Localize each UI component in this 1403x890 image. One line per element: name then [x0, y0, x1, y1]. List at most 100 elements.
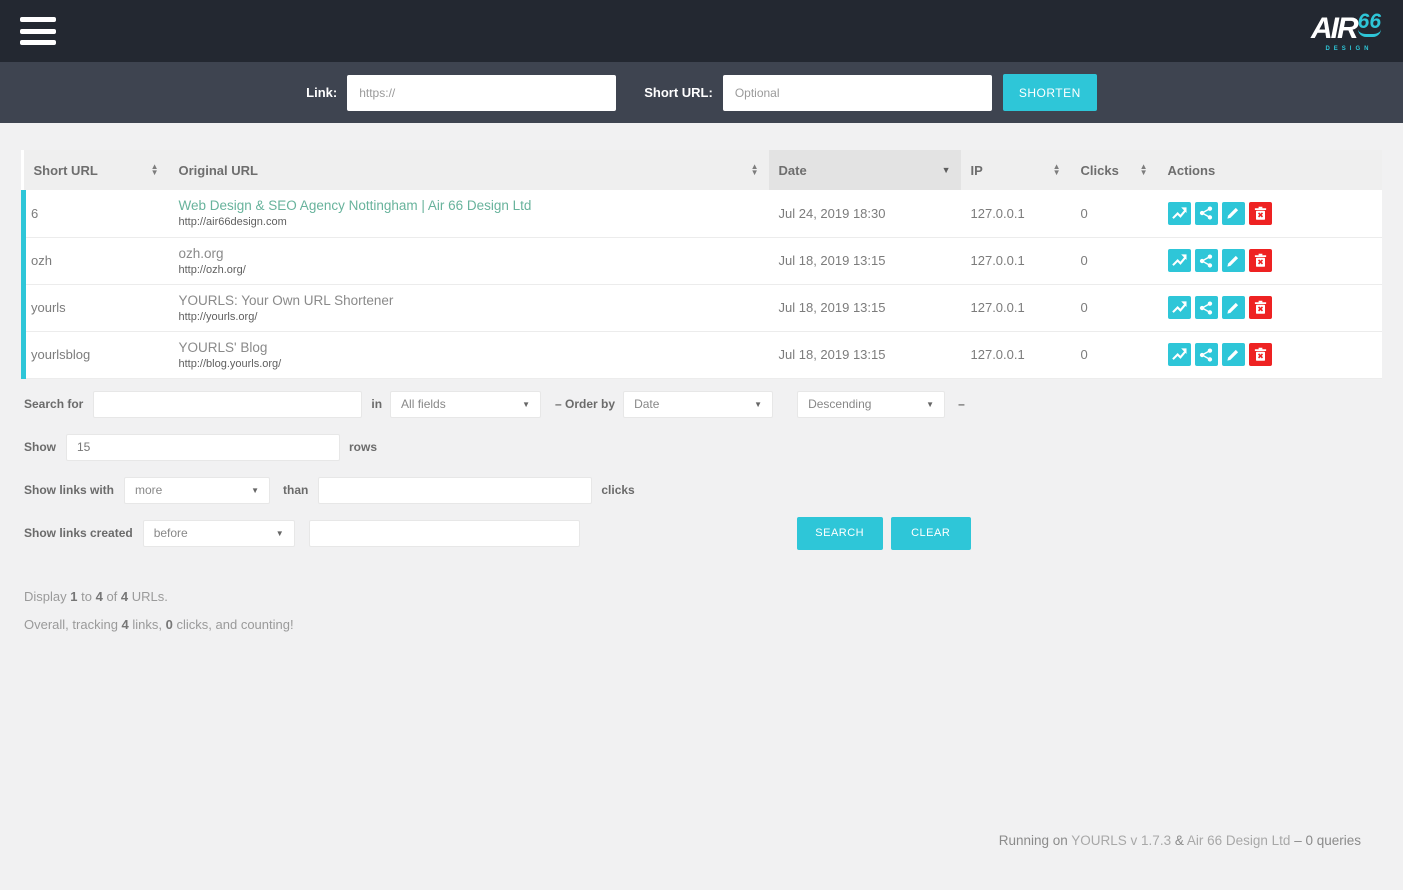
- share-button[interactable]: [1195, 343, 1218, 366]
- table-header-row: Short URL ▲▼ Original URL ▲▼ Date ▼ IP ▲…: [24, 150, 1383, 190]
- show-rows-input[interactable]: [66, 434, 340, 461]
- sort-desc-icon: ▼: [942, 165, 951, 175]
- edit-button[interactable]: [1222, 296, 1245, 319]
- row-date: Jul 18, 2019 13:15: [769, 284, 961, 331]
- created-date-input[interactable]: [309, 520, 580, 547]
- share-button[interactable]: [1195, 296, 1218, 319]
- column-header-date[interactable]: Date ▼: [769, 150, 961, 190]
- search-in-select[interactable]: All fields ▼: [390, 391, 541, 418]
- display-count-text: Display 1 to 4 of 4 URLs.: [24, 589, 1382, 604]
- row-keyword[interactable]: yourls: [24, 284, 169, 331]
- row-keyword[interactable]: yourlsblog: [24, 331, 169, 378]
- share-icon: [1199, 206, 1213, 220]
- clicks-comparison-select[interactable]: more ▼: [124, 477, 270, 504]
- row-original-url: http://air66design.com: [179, 216, 759, 228]
- short-url-input[interactable]: [723, 75, 992, 111]
- column-header-short-url[interactable]: Short URL ▲▼: [24, 150, 169, 190]
- delete-button[interactable]: [1249, 296, 1272, 319]
- search-button[interactable]: SEARCH: [797, 517, 883, 550]
- row-title-link[interactable]: ozh.org: [179, 246, 759, 261]
- share-icon: [1199, 254, 1213, 268]
- footer: Running on YOURLS v 1.7.3 & Air 66 Desig…: [21, 833, 1382, 890]
- stats-button[interactable]: [1168, 249, 1191, 272]
- shorten-button[interactable]: SHORTEN: [1003, 74, 1097, 111]
- created-comparison-select[interactable]: before ▼: [143, 520, 295, 547]
- edit-button[interactable]: [1222, 202, 1245, 225]
- queries-text: – 0 queries: [1294, 833, 1361, 848]
- than-label: than: [283, 483, 308, 497]
- chevron-down-icon: ▼: [754, 400, 762, 409]
- stats-button[interactable]: [1168, 296, 1191, 319]
- logo-air-text: AIR: [1311, 12, 1357, 45]
- sort-both-icon: ▲▼: [1053, 164, 1061, 176]
- clicks-threshold-input[interactable]: [318, 477, 592, 504]
- row-original-url: http://yourls.org/: [179, 311, 759, 323]
- edit-button[interactable]: [1222, 249, 1245, 272]
- search-input[interactable]: [93, 391, 362, 418]
- sort-both-icon: ▲▼: [151, 164, 159, 176]
- column-header-ip[interactable]: IP ▲▼: [961, 150, 1071, 190]
- stats-icon: [1172, 300, 1187, 315]
- link-row: yourls YOURLS: Your Own URL Shortener ht…: [24, 284, 1383, 331]
- column-header-original-url[interactable]: Original URL ▲▼: [169, 150, 769, 190]
- row-title-link[interactable]: YOURLS' Blog: [179, 340, 759, 355]
- show-links-with-label: Show links with: [24, 483, 114, 497]
- edit-pencil-icon: [1226, 301, 1240, 315]
- row-title-link[interactable]: Web Design & SEO Agency Nottingham | Air…: [179, 198, 759, 213]
- filter-panel: Search for in All fields ▼ – Order by Da…: [21, 391, 1382, 563]
- stats-icon: [1172, 253, 1187, 268]
- logo-design-text: DESIGN: [1311, 46, 1381, 52]
- running-on-text: Running on: [999, 833, 1068, 848]
- row-clicks: 0: [1071, 284, 1158, 331]
- order-direction-select[interactable]: Descending ▼: [797, 391, 945, 418]
- edit-pencil-icon: [1226, 348, 1240, 362]
- chevron-down-icon: ▼: [251, 486, 259, 495]
- row-clicks: 0: [1071, 331, 1158, 378]
- air66-footer-link[interactable]: Air 66 Design Ltd: [1187, 833, 1291, 848]
- stats-icon: [1172, 206, 1187, 221]
- row-clicks: 0: [1071, 190, 1158, 237]
- sort-both-icon: ▲▼: [1140, 164, 1148, 176]
- edit-pencil-icon: [1226, 206, 1240, 220]
- short-url-label: Short URL:: [644, 85, 713, 100]
- trash-delete-icon: [1253, 347, 1268, 362]
- show-label: Show: [24, 440, 56, 454]
- edit-pencil-icon: [1226, 254, 1240, 268]
- air66-logo[interactable]: AIR66 DESIGN: [1311, 11, 1387, 52]
- row-ip: 127.0.0.1: [961, 237, 1071, 284]
- rows-label: rows: [349, 440, 377, 454]
- links-table-body: 6 Web Design & SEO Agency Nottingham | A…: [24, 190, 1383, 378]
- chevron-down-icon: ▼: [926, 400, 934, 409]
- share-button[interactable]: [1195, 202, 1218, 225]
- delete-button[interactable]: [1249, 343, 1272, 366]
- row-ip: 127.0.0.1: [961, 331, 1071, 378]
- share-button[interactable]: [1195, 249, 1218, 272]
- clicks-label: clicks: [601, 483, 634, 497]
- main-content: Short URL ▲▼ Original URL ▲▼ Date ▼ IP ▲…: [0, 123, 1403, 890]
- stats-icon: [1172, 347, 1187, 362]
- column-header-clicks[interactable]: Clicks ▲▼: [1071, 150, 1158, 190]
- edit-button[interactable]: [1222, 343, 1245, 366]
- row-keyword[interactable]: 6: [24, 190, 169, 237]
- row-keyword[interactable]: ozh: [24, 237, 169, 284]
- ampersand-text: &: [1175, 833, 1184, 848]
- logo-66-text: 66: [1358, 10, 1381, 37]
- stats-button[interactable]: [1168, 202, 1191, 225]
- clear-button[interactable]: CLEAR: [891, 517, 971, 550]
- link-input[interactable]: [347, 75, 616, 111]
- delete-button[interactable]: [1249, 202, 1272, 225]
- shorten-bar: Link: Short URL: SHORTEN: [0, 62, 1403, 123]
- row-original-url: http://ozh.org/: [179, 264, 759, 276]
- sort-both-icon: ▲▼: [751, 164, 759, 176]
- row-title-link[interactable]: YOURLS: Your Own URL Shortener: [179, 293, 759, 308]
- delete-button[interactable]: [1249, 249, 1272, 272]
- chevron-down-icon: ▼: [276, 529, 284, 538]
- order-by-select[interactable]: Date ▼: [623, 391, 773, 418]
- menu-hamburger-icon[interactable]: [20, 17, 56, 45]
- stats-button[interactable]: [1168, 343, 1191, 366]
- trash-delete-icon: [1253, 300, 1268, 315]
- row-date: Jul 24, 2019 18:30: [769, 190, 961, 237]
- summary: Display 1 to 4 of 4 URLs. Overall, track…: [21, 589, 1382, 645]
- yourls-version-link[interactable]: YOURLS v 1.7.3: [1071, 833, 1171, 848]
- link-row: ozh ozh.org http://ozh.org/ Jul 18, 2019…: [24, 237, 1383, 284]
